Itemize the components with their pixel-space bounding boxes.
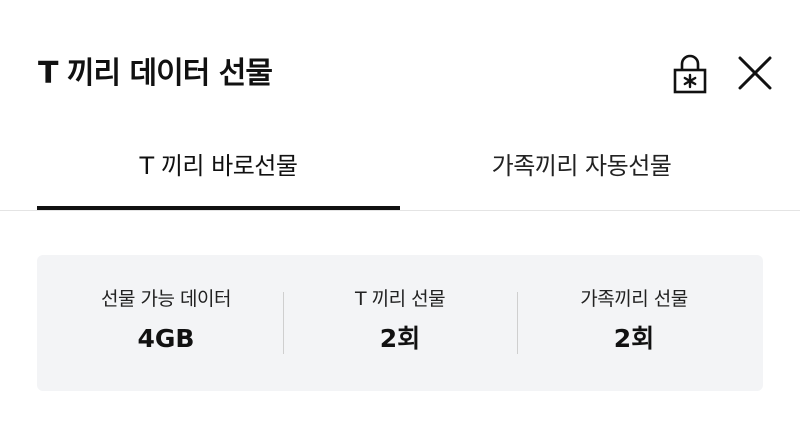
tab-t-direct-gift[interactable]: T 끼리 바로선물 bbox=[37, 130, 400, 210]
summary-value: 2회 bbox=[613, 324, 655, 353]
summary-value: 2회 bbox=[379, 324, 421, 353]
summary-label: 가족끼리 선물 bbox=[580, 288, 688, 310]
lock-asterisk-icon bbox=[673, 54, 707, 94]
tab-active-indicator bbox=[37, 206, 400, 210]
close-button[interactable] bbox=[736, 54, 774, 92]
lock-button[interactable] bbox=[672, 54, 708, 94]
summary-item-t-gift-count: T 끼리 선물 2회 bbox=[283, 255, 517, 391]
summary-label: 선물 가능 데이터 bbox=[101, 288, 231, 310]
close-icon bbox=[738, 56, 772, 90]
gift-summary-panel: 선물 가능 데이터 4GB T 끼리 선물 2회 가족끼리 선물 2회 bbox=[37, 255, 763, 391]
summary-item-family-gift-count: 가족끼리 선물 2회 bbox=[517, 255, 751, 391]
tab-label: T 끼리 바로선물 bbox=[139, 152, 298, 180]
summary-value: 4GB bbox=[137, 324, 195, 353]
summary-label: T 끼리 선물 bbox=[354, 288, 446, 310]
page-title: T 끼리 데이터 선물 bbox=[38, 56, 273, 91]
tab-family-auto-gift[interactable]: 가족끼리 자동선물 bbox=[400, 130, 763, 210]
tab-label: 가족끼리 자동선물 bbox=[491, 152, 672, 180]
tab-bar: T 끼리 바로선물 가족끼리 자동선물 bbox=[0, 130, 800, 211]
header: T 끼리 데이터 선물 bbox=[0, 0, 800, 130]
summary-item-available-data: 선물 가능 데이터 4GB bbox=[49, 255, 283, 391]
